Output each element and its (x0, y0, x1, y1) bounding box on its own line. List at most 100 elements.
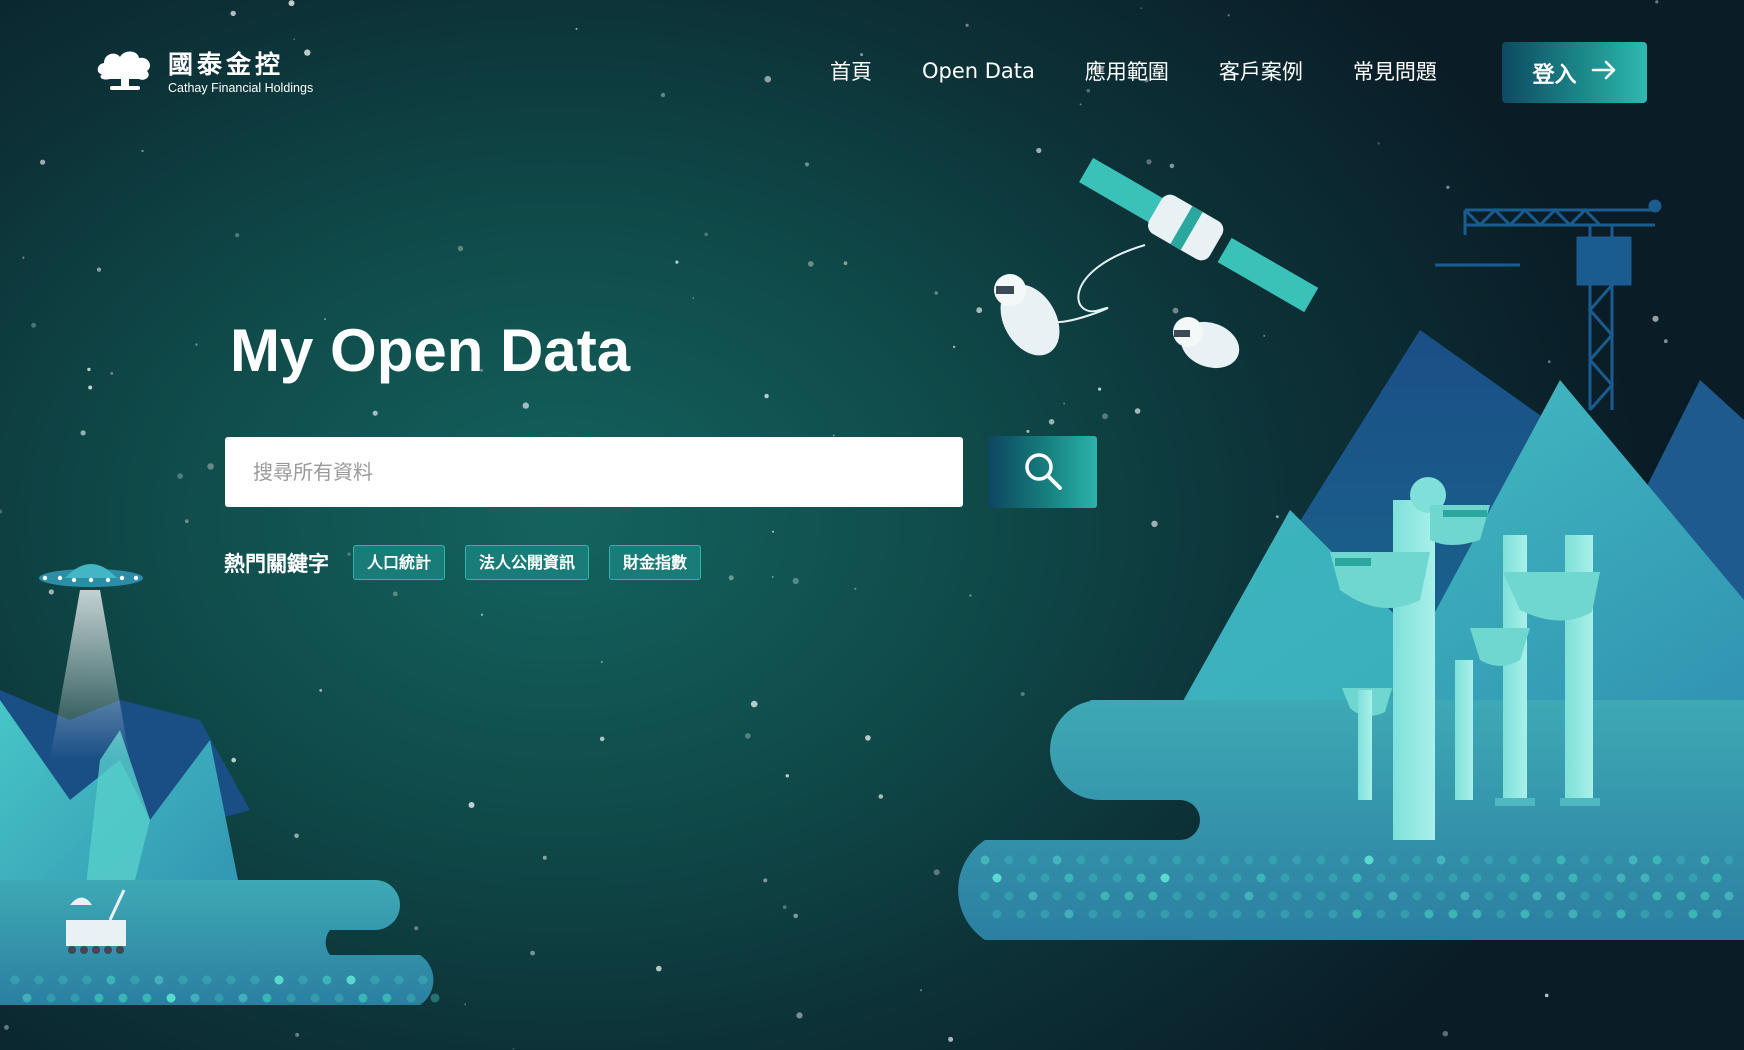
nav-item-case-studies[interactable]: 客戶案例 (1219, 56, 1303, 86)
star (1102, 413, 1108, 420)
star (1020, 691, 1025, 697)
star (1687, 936, 1690, 940)
login-button[interactable]: 登入 (1502, 42, 1647, 103)
star (793, 913, 798, 919)
star (660, 92, 666, 98)
nav-item-open-data[interactable]: Open Data (922, 59, 1035, 83)
search-button[interactable] (988, 436, 1097, 508)
star (878, 794, 884, 799)
star (177, 473, 183, 479)
star (1248, 669, 1252, 673)
star (40, 159, 46, 165)
tree-logo-icon (96, 48, 154, 97)
star (764, 393, 769, 399)
starfield-background (0, 0, 1690, 1050)
search-icon (1022, 450, 1064, 495)
star (468, 802, 475, 808)
star (1098, 387, 1102, 391)
star (133, 924, 136, 927)
star (1134, 408, 1141, 414)
star (4, 1025, 9, 1030)
star (796, 1012, 803, 1019)
star (1613, 900, 1620, 907)
brand-name-cn: 國泰金控 (168, 49, 285, 79)
star (414, 926, 419, 931)
star (1551, 703, 1556, 708)
star (207, 463, 214, 470)
star (96, 267, 102, 272)
star (1544, 993, 1549, 998)
star (600, 661, 603, 663)
keyword-tag-corporate-info[interactable]: 法人公開資訊 (465, 545, 590, 580)
star (952, 345, 956, 349)
search-input[interactable] (225, 437, 963, 507)
star (22, 256, 25, 259)
star (1169, 163, 1175, 169)
star (1438, 778, 1443, 783)
star (1681, 835, 1688, 842)
star (843, 261, 848, 266)
star (1547, 360, 1551, 364)
star (480, 613, 484, 616)
star (1602, 647, 1608, 654)
star (295, 1032, 300, 1037)
star (1063, 402, 1066, 405)
keyword-tag-population[interactable]: 人口統計 (353, 545, 446, 580)
keyword-tag-list: 人口統計 法人公開資訊 財金指數 (353, 545, 702, 580)
star (1275, 515, 1279, 519)
star (48, 589, 54, 595)
brand-logo[interactable]: 國泰金控 Cathay Financial Holdings (96, 48, 313, 97)
star (294, 833, 299, 839)
star (1558, 595, 1561, 598)
star (184, 519, 189, 524)
star (792, 577, 799, 585)
nav-item-applications[interactable]: 應用範圍 (1085, 56, 1169, 86)
star (728, 575, 734, 581)
star (969, 594, 972, 597)
star (512, 1047, 515, 1050)
star (195, 343, 198, 346)
star (230, 10, 236, 17)
star (1663, 339, 1668, 344)
keyword-tag-financial-index[interactable]: 財金指數 (609, 545, 702, 580)
star (288, 0, 295, 7)
star (763, 878, 768, 883)
star (319, 689, 323, 692)
nav-item-faq[interactable]: 常見問題 (1353, 56, 1437, 86)
star (1398, 431, 1401, 434)
star (1140, 7, 1143, 9)
star (965, 23, 969, 27)
page-title: My Open Data (230, 317, 631, 384)
star (1655, 0, 1659, 4)
star (804, 162, 810, 167)
star (218, 761, 225, 768)
star (1263, 335, 1266, 337)
star (0, 509, 3, 514)
star (141, 149, 144, 153)
star (934, 291, 938, 295)
star (599, 736, 605, 742)
star (1442, 1030, 1449, 1037)
star (772, 576, 774, 578)
star (31, 322, 36, 328)
star (542, 855, 547, 860)
star (575, 27, 578, 30)
star (1150, 911, 1153, 915)
star (392, 591, 398, 597)
star (215, 829, 222, 837)
star (976, 307, 983, 314)
star (656, 965, 662, 972)
star (750, 700, 758, 708)
star (457, 245, 464, 252)
star (1079, 103, 1082, 106)
star (110, 372, 114, 375)
star (87, 367, 91, 372)
star (235, 233, 240, 238)
star (88, 385, 93, 390)
star (782, 905, 787, 909)
nav-item-home[interactable]: 首頁 (830, 56, 872, 86)
star (764, 75, 772, 83)
star (808, 261, 814, 267)
star (1652, 315, 1659, 322)
main-nav: 首頁 Open Data 應用範圍 客戶案例 常見問題 (830, 56, 1437, 86)
